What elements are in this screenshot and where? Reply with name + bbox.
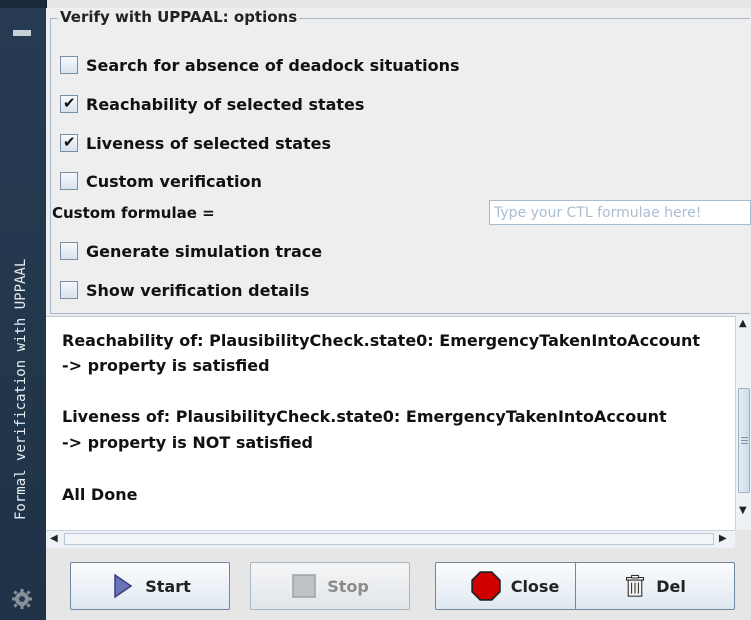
option-deadlock[interactable]: Search for absence of deadock situations xyxy=(60,54,460,76)
stop-icon xyxy=(292,574,316,598)
vertical-scroll-thumb[interactable] xyxy=(738,388,750,493)
simulation-trace-checkbox[interactable] xyxy=(60,242,78,260)
output-line: -> property is NOT satisfied xyxy=(62,433,313,452)
options-panel: Verify with UPPAAL: options Search for a… xyxy=(46,8,751,316)
stop-label: Stop xyxy=(327,576,369,596)
side-panel-strip: Formal verification with UPPAAL xyxy=(0,0,47,620)
option-label: Generate simulation trace xyxy=(86,241,323,261)
option-custom-verification[interactable]: Custom verification xyxy=(60,170,262,192)
stop-button[interactable]: Stop xyxy=(250,562,410,610)
options-legend: Verify with UPPAAL: options xyxy=(58,8,300,26)
option-reachability[interactable]: Reachability of selected states xyxy=(60,93,364,115)
custom-formulae-input[interactable] xyxy=(489,200,751,225)
start-label: Start xyxy=(145,576,191,596)
custom-verification-checkbox[interactable] xyxy=(60,172,78,190)
minimize-icon[interactable] xyxy=(13,30,31,36)
option-simulation-trace[interactable]: Generate simulation trace xyxy=(60,240,322,262)
scroll-down-arrow-icon[interactable]: ▼ xyxy=(739,506,747,516)
scroll-left-arrow-icon[interactable]: ◀ xyxy=(50,534,58,544)
trash-icon xyxy=(626,574,645,597)
side-panel-title: Formal verification with UPPAAL xyxy=(13,258,29,520)
strip-top-bar xyxy=(0,0,46,8)
play-icon xyxy=(114,573,133,599)
close-button[interactable]: Close xyxy=(435,562,595,610)
option-label: Liveness of selected states xyxy=(86,133,332,153)
start-button[interactable]: Start xyxy=(70,562,230,610)
option-label: Search for absence of deadock situations xyxy=(86,55,460,75)
output-line: Liveness of: PlausibilityCheck.state0: E… xyxy=(62,407,667,426)
output-line: Reachability of: PlausibilityCheck.state… xyxy=(62,331,701,350)
liveness-checkbox[interactable] xyxy=(60,133,78,152)
close-label: Close xyxy=(510,576,560,596)
vertical-scrollbar[interactable]: ▲ ▼ xyxy=(735,316,751,530)
button-bar: Start Stop Close Del xyxy=(46,548,751,620)
scroll-up-arrow-icon[interactable]: ▲ xyxy=(739,319,747,329)
scroll-corner xyxy=(735,530,751,547)
verification-details-checkbox[interactable] xyxy=(60,281,78,299)
scroll-right-arrow-icon[interactable]: ▶ xyxy=(719,534,727,544)
option-label: Reachability of selected states xyxy=(86,94,365,114)
del-button[interactable]: Del xyxy=(575,562,735,610)
output-line: -> property is satisfied xyxy=(62,356,270,375)
output-line: All Done xyxy=(62,485,138,504)
horizontal-scrollbar[interactable]: ◀ ▶ xyxy=(46,530,735,549)
option-label: Show verification details xyxy=(86,280,310,300)
gear-icon[interactable] xyxy=(11,588,33,610)
deadlock-checkbox[interactable] xyxy=(60,56,78,74)
option-liveness[interactable]: Liveness of selected states xyxy=(60,132,331,154)
horizontal-scroll-thumb[interactable] xyxy=(64,533,714,545)
custom-formulae-label: Custom formulae = xyxy=(52,204,215,222)
verification-output[interactable]: Reachability of: PlausibilityCheck.state… xyxy=(46,316,735,531)
stop-sign-icon xyxy=(470,571,501,601)
option-verification-details[interactable]: Show verification details xyxy=(60,279,309,301)
del-label: Del xyxy=(656,576,686,596)
option-label: Custom verification xyxy=(86,171,262,191)
reachability-checkbox[interactable] xyxy=(60,94,78,113)
